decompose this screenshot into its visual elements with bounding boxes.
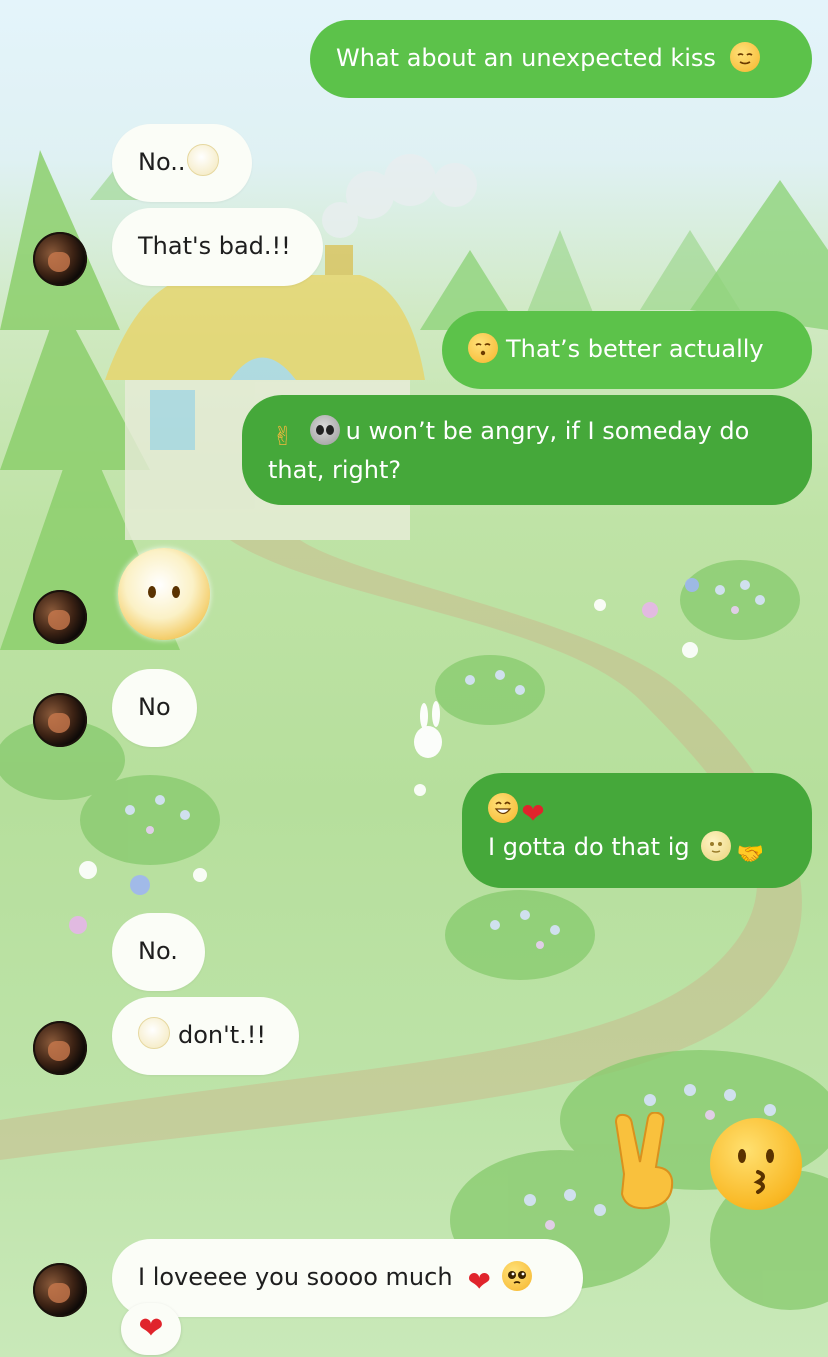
kissing-face-closed-eyes-icon	[468, 333, 498, 363]
beaming-face-icon	[488, 793, 518, 823]
red-heart-icon: ❤	[467, 1265, 491, 1298]
victory-hand-icon: ✌	[272, 422, 294, 452]
alien-icon	[309, 415, 340, 445]
message-line-1: ✌ u won’t be angry, if I someday do	[268, 413, 786, 452]
chat-thread: What about an unexpected kiss No.. That'…	[0, 0, 828, 1357]
victory-hand-shape	[614, 1111, 674, 1210]
message-text: No.	[138, 937, 178, 965]
message-bubble-incoming[interactable]: That's bad.!!	[112, 208, 323, 286]
contact-avatar[interactable]	[33, 590, 87, 644]
contact-avatar[interactable]	[33, 1021, 87, 1075]
contact-avatar[interactable]	[33, 693, 87, 747]
message-bubble-incoming[interactable]: don't.!!	[112, 997, 299, 1075]
kissing-face-features	[738, 1149, 774, 1194]
contact-avatar[interactable]	[33, 1263, 87, 1317]
message-text: No..	[138, 148, 186, 176]
message-bubble-outgoing[interactable]: What about an unexpected kiss	[310, 20, 812, 98]
message-text: I loveeee you soooo much	[138, 1263, 453, 1291]
face-in-clouds-icon	[138, 1017, 170, 1049]
full-moon-face-icon	[701, 831, 732, 861]
handshake-icon: 🤝	[736, 842, 764, 867]
message-text: That's bad.!!	[138, 232, 291, 260]
message-bubble-outgoing[interactable]: ❤ I gotta do that ig 🤝	[462, 773, 812, 888]
message-bubble-incoming[interactable]: No	[112, 669, 197, 747]
message-bubble-incoming[interactable]: No..	[112, 124, 252, 202]
message-text: don't.!!	[178, 1021, 267, 1049]
message-line-2: I gotta do that ig 🤝	[488, 829, 786, 870]
message-text: That’s better actually	[506, 335, 764, 363]
message-bubble-outgoing[interactable]: ✌ u won’t be angry, if I someday do that…	[242, 395, 812, 505]
kissing-face-large-icon[interactable]	[710, 1118, 802, 1210]
pleading-face-icon	[501, 1261, 532, 1291]
message-text: No	[138, 693, 171, 721]
victory-hand-large-icon[interactable]	[604, 1111, 688, 1212]
message-text: I gotta do that ig	[488, 833, 690, 861]
message-text: u won’t be angry, if I someday do	[345, 417, 750, 445]
message-line-2: that, right?	[268, 456, 402, 484]
message-bubble-incoming[interactable]: No.	[112, 913, 205, 991]
message-bubble-outgoing[interactable]: That’s better actually	[442, 311, 812, 389]
contact-avatar[interactable]	[33, 232, 87, 286]
heart-reaction-badge[interactable]: ❤	[121, 1303, 181, 1355]
face-in-clouds-large-icon[interactable]	[118, 548, 210, 640]
message-line-1: ❤	[488, 791, 786, 829]
relieved-face-icon	[729, 42, 760, 72]
red-heart-icon: ❤	[521, 797, 545, 830]
face-in-clouds-icon	[187, 144, 220, 176]
message-bubble-incoming[interactable]: I loveeee you soooo much ❤	[112, 1239, 583, 1317]
message-text: What about an unexpected kiss	[336, 44, 716, 72]
face-in-clouds-eyes	[148, 586, 180, 598]
